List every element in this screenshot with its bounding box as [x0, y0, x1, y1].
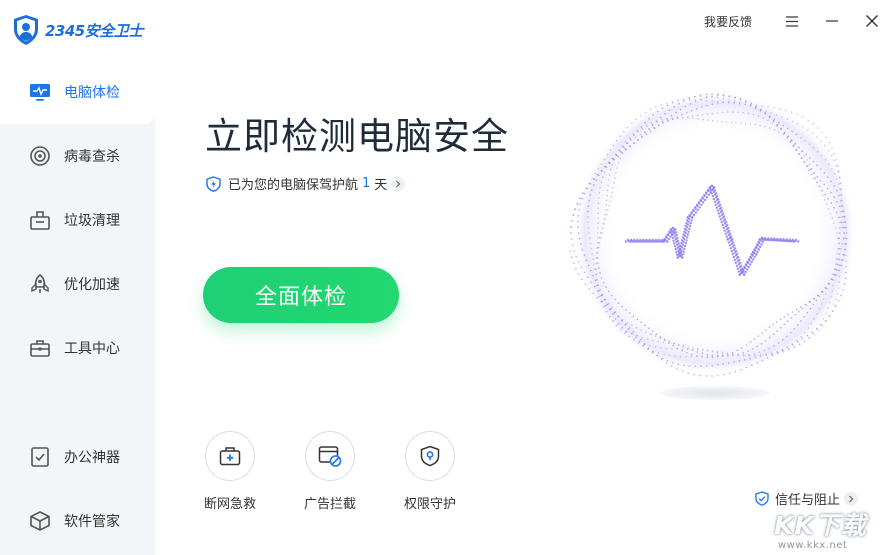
toolbox-icon [28, 336, 52, 360]
sidebar-item-label: 病毒查杀 [64, 149, 120, 165]
monitor-pulse-icon [28, 80, 52, 104]
tool-label: 广告拦截 [303, 497, 356, 512]
tool-network-rescue[interactable]: 断网急救 [190, 431, 270, 512]
protection-days-link[interactable]: 已为您的电脑保驾护航 1 天 [206, 174, 406, 193]
tool-icon-circle [305, 431, 355, 481]
sidebar-item-office-tools[interactable]: 办公神器 [0, 425, 155, 489]
tool-label: 权限守护 [403, 497, 456, 512]
tool-label: 断网急救 [203, 497, 256, 512]
app-logo-text: 2345安全卫士 [45, 21, 143, 40]
app-window: 2345安全卫士 电脑体检 病毒查杀 垃圾清理 优化加速 工具中心 办公神器 软… [0, 0, 892, 555]
sidebar-item-virus-scan[interactable]: 病毒查杀 [0, 124, 155, 188]
title-bar: 我要反馈 [704, 0, 892, 42]
tool-icon-circle [405, 431, 455, 481]
first-aid-kit-icon [219, 447, 241, 466]
sidebar-item-speed-up[interactable]: 优化加速 [0, 252, 155, 316]
sidebar-item-label: 工具中心 [64, 341, 120, 357]
watermark-url: www.kkx.net [778, 540, 848, 551]
target-icon [28, 144, 52, 168]
sidebar-item-tool-center[interactable]: 工具中心 [0, 316, 155, 380]
sidebar-item-label: 垃圾清理 [64, 213, 120, 229]
menu-button[interactable] [772, 0, 812, 42]
rocket-icon [28, 272, 52, 296]
tool-permission-guard[interactable]: 权限守护 [390, 431, 470, 512]
ad-block-icon [318, 446, 342, 467]
sidebar-item-label: 电脑体检 [64, 85, 120, 101]
app-logo: 2345安全卫士 [0, 0, 155, 60]
sidebar-item-label: 软件管家 [64, 514, 120, 530]
close-button[interactable] [852, 0, 892, 42]
hamburger-icon [786, 15, 798, 27]
sidebar-item-label: 优化加速 [64, 277, 120, 293]
page-title: 立即检测电脑安全 [205, 115, 509, 158]
sidebar: 2345安全卫士 电脑体检 病毒查杀 垃圾清理 优化加速 工具中心 办公神器 软… [0, 0, 155, 555]
protection-days: 1 [362, 176, 371, 191]
sidebar-item-label: 办公神器 [64, 450, 120, 466]
orb-shadow [660, 386, 770, 400]
shield-user-icon [14, 15, 38, 45]
document-check-icon [28, 445, 52, 469]
full-checkup-button[interactable]: 全面体检 [203, 267, 399, 323]
watermark-logo: KK下载 [774, 511, 867, 540]
sidebar-item-software-manager[interactable]: 软件管家 [0, 489, 155, 553]
protection-text: 已为您的电脑保驾护航 [228, 178, 359, 193]
shield-check-icon [755, 491, 769, 506]
shield-bolt-icon [206, 175, 221, 192]
sidebar-item-pc-checkup[interactable]: 电脑体检 [0, 60, 155, 124]
sidebar-item-junk-clean[interactable]: 垃圾清理 [0, 188, 155, 252]
close-icon [866, 15, 878, 27]
feedback-link[interactable]: 我要反馈 [704, 13, 752, 30]
shield-lock-icon [420, 445, 440, 467]
protection-unit: 天 [374, 178, 388, 193]
chevron-right-icon [391, 176, 406, 191]
tool-ad-block[interactable]: 广告拦截 [290, 431, 370, 512]
minimize-button[interactable] [812, 0, 852, 42]
tool-icon-circle [205, 431, 255, 481]
pulse-orb-graphic [570, 91, 857, 377]
minimize-icon [826, 20, 838, 22]
chevron-right-icon [844, 491, 859, 506]
trash-bin-icon [28, 208, 52, 232]
cube-icon [28, 509, 52, 533]
